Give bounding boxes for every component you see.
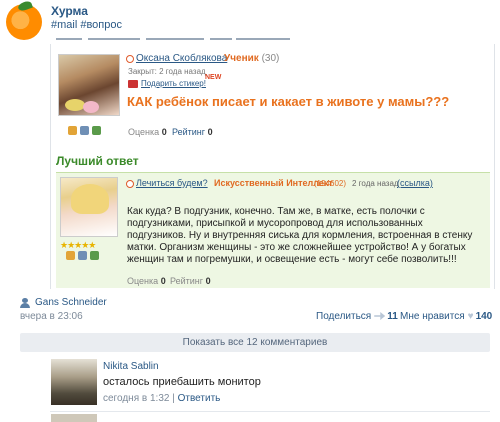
- group-avatar[interactable]: [6, 0, 42, 40]
- people-icon[interactable]: [66, 251, 75, 260]
- question-action-icons: [68, 126, 101, 135]
- score-label: Рейтинг: [170, 276, 204, 286]
- answer-author-name[interactable]: Лечиться будем?: [136, 178, 208, 188]
- user-icon: [20, 298, 30, 308]
- answer-rating: Оценка 0: [127, 276, 166, 286]
- group-name[interactable]: Хурма: [51, 4, 88, 18]
- user-status-icon: [126, 180, 134, 188]
- like-label: Мне нравится: [400, 311, 465, 322]
- post-author[interactable]: Gans Schneider: [35, 297, 107, 308]
- reply-link[interactable]: Ответить: [178, 393, 221, 404]
- share-count: 11: [387, 311, 398, 322]
- persimmon-leaf-icon: [17, 0, 33, 13]
- rating-value: 0: [160, 276, 166, 286]
- hair-shape: [71, 184, 109, 214]
- comment-separator: |: [172, 393, 175, 404]
- question-author-photo: [58, 54, 120, 116]
- comment-time[interactable]: сегодня в 1:32: [103, 393, 169, 404]
- rating-value: 0: [161, 127, 167, 137]
- question-closed-info: Закрыт: 2 года назад: [128, 67, 206, 76]
- post-tags[interactable]: #mail #вопрос: [51, 19, 122, 31]
- photo-icon[interactable]: [80, 126, 89, 135]
- post-header: Хурма #mail #вопрос: [0, 0, 500, 44]
- score-value: 0: [207, 127, 213, 137]
- next-comment-avatar[interactable]: [51, 414, 97, 422]
- photo-icon[interactable]: [78, 251, 87, 260]
- flowers-decoration: [65, 99, 85, 111]
- rank-label: Ученик: [224, 53, 259, 64]
- show-all-comments-button[interactable]: Показать все 12 комментариев: [20, 333, 490, 352]
- rating-label: Оценка: [127, 276, 159, 286]
- rank-stars: ★★★★★: [60, 240, 96, 250]
- comment-meta: сегодня в 1:32 | Ответить: [103, 393, 220, 404]
- post-time[interactable]: вчера в 23:06: [20, 311, 83, 322]
- answer-author-photo: [60, 177, 118, 237]
- gift-sticker-link[interactable]: Подарить стикер!: [141, 79, 206, 88]
- comment-author[interactable]: Nikita Sablin: [103, 361, 159, 372]
- like-count: 140: [475, 311, 493, 322]
- new-badge: NEW: [205, 74, 222, 81]
- question-score[interactable]: Рейтинг 0: [172, 127, 213, 137]
- gift-icon: [128, 80, 138, 88]
- message-icon[interactable]: [90, 251, 99, 260]
- share-icon: [374, 312, 386, 320]
- question-rating: Оценка 0: [128, 127, 167, 137]
- answer-permalink[interactable]: (ссылка): [397, 178, 433, 188]
- comment-divider: [50, 411, 490, 412]
- comment-author-avatar[interactable]: [51, 359, 97, 405]
- question-author-name[interactable]: Оксана Скоблякова: [136, 53, 227, 64]
- score-label[interactable]: Рейтинг: [172, 127, 205, 137]
- question-author-rank: Ученик (30): [224, 53, 279, 64]
- answer-text: Как куда? В подгузник, конечно. Там же, …: [127, 206, 473, 265]
- rating-label: Оценка: [128, 127, 160, 137]
- answer-score: Рейтинг 0: [170, 276, 211, 286]
- like-button[interactable]: Мне нравится ♥ 140: [400, 311, 492, 322]
- share-label: Поделиться: [316, 311, 372, 322]
- message-icon[interactable]: [92, 126, 101, 135]
- people-icon[interactable]: [68, 126, 77, 135]
- question-text: КАК ребёнок писает и какает в животе у м…: [127, 94, 450, 109]
- user-status-icon: [126, 55, 134, 63]
- clipped-nav-strip: [56, 36, 290, 44]
- comment-text: осталось приебашить монитор: [103, 376, 261, 388]
- answer-action-icons: [66, 251, 99, 260]
- rank-points: (30): [261, 53, 280, 64]
- share-button[interactable]: Поделиться 11: [316, 311, 398, 322]
- answer-author-points: (194602): [314, 179, 347, 188]
- score-value: 0: [205, 276, 211, 286]
- answer-time: 2 года назад: [352, 179, 399, 188]
- flowers-decoration: [83, 101, 99, 113]
- heart-icon: ♥: [467, 311, 474, 322]
- best-answer-heading: Лучший ответ: [56, 154, 139, 168]
